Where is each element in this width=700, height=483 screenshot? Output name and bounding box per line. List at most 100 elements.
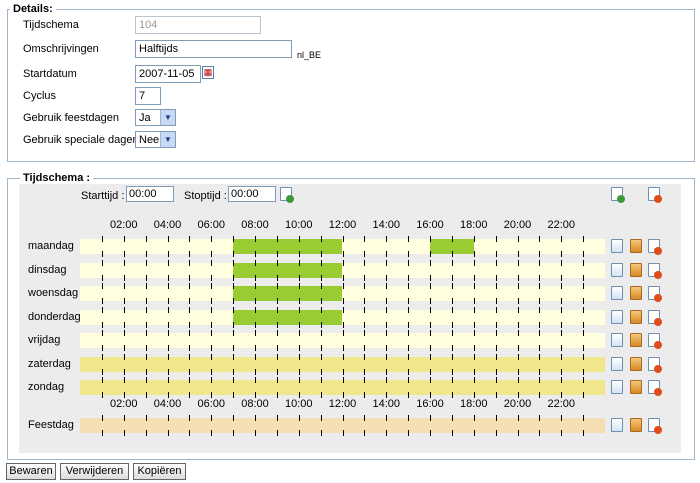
delete-row-icon[interactable] <box>648 380 662 396</box>
hour-tick <box>168 307 169 313</box>
hour-tick <box>124 330 125 336</box>
hour-tick <box>189 298 190 304</box>
delete-row-icon[interactable] <box>648 286 662 302</box>
hour-tick <box>189 322 190 328</box>
hour-tick <box>255 415 256 421</box>
hour-label: 08:00 <box>241 219 269 231</box>
hour-tick <box>299 330 300 336</box>
hour-tick <box>430 369 431 375</box>
worked-block[interactable] <box>233 310 342 325</box>
paste-row-icon[interactable] <box>630 310 642 324</box>
hour-tick <box>561 283 562 289</box>
hour-tick <box>299 275 300 281</box>
hour-tick <box>168 354 169 360</box>
hour-tick <box>124 251 125 257</box>
hour-tick <box>474 251 475 257</box>
hour-tick <box>146 377 147 383</box>
hour-tick <box>146 354 147 360</box>
special-days-select[interactable]: Nee ▼ <box>135 131 176 148</box>
delete-row-icon[interactable] <box>648 418 662 434</box>
hour-tick <box>364 236 365 242</box>
hour-tick <box>255 322 256 328</box>
copy-row-icon[interactable] <box>611 380 623 394</box>
paste-row-icon[interactable] <box>630 263 642 277</box>
holidays-select[interactable]: Ja ▼ <box>135 109 176 126</box>
delete-row-icon[interactable] <box>648 310 662 326</box>
hour-tick <box>277 369 278 375</box>
hour-tick <box>211 307 212 313</box>
copy-row-icon[interactable] <box>611 239 623 253</box>
copy-row-icon[interactable] <box>611 310 623 324</box>
startdate-field[interactable] <box>135 65 201 83</box>
paste-row-icon[interactable] <box>630 333 642 347</box>
calendar-icon[interactable]: ▦ <box>202 66 214 79</box>
delete-row-icon[interactable] <box>648 357 662 373</box>
hour-tick <box>364 330 365 336</box>
copy-row-icon[interactable] <box>611 357 623 371</box>
worked-block[interactable] <box>233 286 342 301</box>
copy-row-icon[interactable] <box>611 418 623 432</box>
hour-tick <box>430 345 431 351</box>
hour-tick <box>321 251 322 257</box>
hour-tick <box>343 260 344 266</box>
hour-tick <box>102 377 103 383</box>
start-time-field[interactable] <box>126 186 174 202</box>
hour-tick <box>321 430 322 436</box>
chevron-down-icon[interactable]: ▼ <box>160 110 175 125</box>
hour-tick <box>386 369 387 375</box>
paste-row-icon[interactable] <box>630 357 642 371</box>
worked-block[interactable] <box>233 263 342 278</box>
hour-tick <box>211 369 212 375</box>
hour-tick <box>102 330 103 336</box>
hour-tick <box>124 354 125 360</box>
hour-tick <box>430 275 431 281</box>
stop-time-field[interactable] <box>228 186 276 202</box>
hour-tick <box>539 260 540 266</box>
paste-row-icon[interactable] <box>630 418 642 432</box>
hour-tick <box>233 236 234 242</box>
delete-row-icon[interactable] <box>648 333 662 349</box>
hour-tick <box>452 307 453 313</box>
hour-tick <box>189 275 190 281</box>
hour-tick <box>299 415 300 421</box>
hour-tick <box>539 322 540 328</box>
hour-tick <box>255 260 256 266</box>
cycle-label: Cyclus <box>23 90 57 102</box>
chevron-down-icon[interactable]: ▼ <box>160 132 175 147</box>
details-legend: Details: <box>10 3 56 15</box>
delete-row-icon[interactable] <box>648 263 662 279</box>
copy-row-icon[interactable] <box>611 333 623 347</box>
hour-tick <box>255 236 256 242</box>
save-button[interactable]: Bewaren <box>6 463 56 480</box>
paste-row-icon[interactable] <box>630 380 642 394</box>
hour-tick <box>539 354 540 360</box>
hour-tick <box>146 307 147 313</box>
hour-tick <box>452 260 453 266</box>
hour-tick <box>321 322 322 328</box>
hour-tick <box>102 345 103 351</box>
hour-tick <box>102 236 103 242</box>
copy-row-icon[interactable] <box>611 263 623 277</box>
delete-row-icon[interactable] <box>648 239 662 255</box>
hour-tick <box>518 430 519 436</box>
hour-tick <box>408 392 409 398</box>
hour-label: 02:00 <box>109 398 138 410</box>
hour-tick <box>539 392 540 398</box>
description-field[interactable] <box>135 40 292 58</box>
delete-button[interactable]: Verwijderen <box>60 463 129 480</box>
hour-tick <box>124 275 125 281</box>
hour-tick <box>386 307 387 313</box>
copy-row-icon[interactable] <box>611 286 623 300</box>
add-schedule-icon[interactable] <box>611 187 625 203</box>
paste-row-icon[interactable] <box>630 239 642 253</box>
apply-time-icon[interactable] <box>280 187 294 203</box>
clear-schedule-icon[interactable] <box>648 187 662 203</box>
cycle-field[interactable] <box>135 87 161 105</box>
copy-button[interactable]: Kopiëren <box>133 463 186 480</box>
hour-tick <box>583 345 584 351</box>
paste-row-icon[interactable] <box>630 286 642 300</box>
worked-block[interactable] <box>233 239 342 254</box>
hour-tick <box>518 377 519 383</box>
hour-label: 04:00 <box>153 219 182 231</box>
schedule-id-label: Tijdschema <box>23 19 79 31</box>
